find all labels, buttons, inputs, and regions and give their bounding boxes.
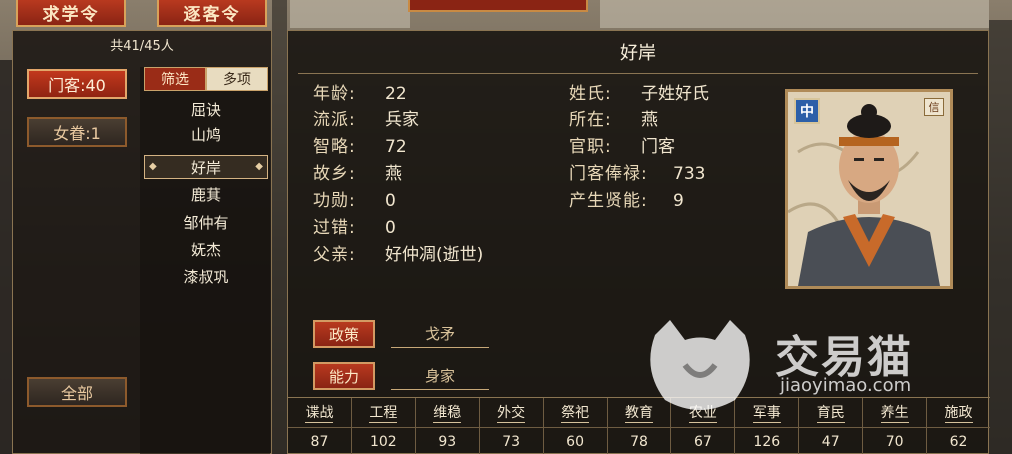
list-item-selected[interactable]: ◆ 好岸 ◆ bbox=[144, 155, 268, 179]
stat-value: 47 bbox=[821, 434, 840, 450]
watermark: 交易猫 jiaoyimao.com bbox=[640, 315, 960, 415]
retainer-count: 共41/45人 bbox=[110, 39, 174, 54]
recruit-order-button[interactable]: 求学令 bbox=[16, 0, 126, 27]
diamond-right-icon: ◆ bbox=[255, 161, 263, 172]
stat-value: 78 bbox=[630, 434, 648, 450]
rank-badge: 中 bbox=[794, 98, 820, 124]
list-item[interactable]: 妩杰 bbox=[144, 237, 268, 261]
retainer-name-title: 好岸 bbox=[620, 43, 656, 64]
cat-logo-icon bbox=[650, 320, 750, 410]
stat-value: 102 bbox=[369, 434, 397, 450]
stat-column: 维稳 93 bbox=[415, 398, 480, 454]
policy-value: 戈矛 bbox=[391, 320, 489, 348]
attr-faults: 过错: 0 bbox=[313, 218, 396, 238]
filter-tabs: 筛选 多项 bbox=[144, 67, 268, 91]
attr-merit: 功勋: 0 bbox=[313, 191, 396, 211]
ability-button[interactable]: 能力 bbox=[313, 362, 375, 390]
attr-school: 流派: 兵家 bbox=[313, 110, 419, 130]
retainers-tab-button[interactable]: 门客:40 bbox=[27, 69, 127, 99]
stat-column: 工程 102 bbox=[351, 398, 416, 454]
retainer-portrait[interactable]: 中 信 bbox=[785, 89, 953, 289]
list-item[interactable]: 漆叔巩 bbox=[144, 264, 268, 288]
list-item[interactable]: 鹿萁 bbox=[144, 182, 268, 206]
retainer-list-panel: 共41/45人 门客:40 女眷:1 全部 筛选 多项 屈诀 山鸠 ◆ 好岸 ◆… bbox=[12, 30, 272, 454]
stat-name: 外交 bbox=[497, 405, 526, 423]
attr-talents-produced: 产生贤能: 9 bbox=[569, 191, 684, 211]
watermark-url: jiaoyimao.com bbox=[780, 375, 912, 396]
list-item[interactable]: 屈诀 bbox=[144, 97, 268, 121]
attr-surname: 姓氏: 子姓好氏 bbox=[569, 84, 709, 104]
title-divider bbox=[298, 73, 978, 74]
letter-seal-icon[interactable]: 信 bbox=[924, 98, 944, 116]
stat-column: 谍战 87 bbox=[288, 398, 352, 454]
list-item-label: 好岸 bbox=[190, 158, 221, 177]
stat-value: 62 bbox=[949, 434, 968, 450]
attr-age: 年龄: 22 bbox=[313, 84, 407, 104]
ability-value: 身家 bbox=[391, 362, 489, 390]
policy-button[interactable]: 政策 bbox=[313, 320, 375, 348]
filter-tab[interactable]: 筛选 bbox=[144, 67, 206, 91]
multi-select-tab[interactable]: 多项 bbox=[206, 67, 268, 91]
stat-name: 谍战 bbox=[305, 405, 334, 423]
attr-location: 所在: 燕 bbox=[569, 110, 658, 130]
attr-office: 官职: 门客 bbox=[569, 137, 675, 157]
stat-name: 维稳 bbox=[433, 405, 462, 423]
list-item[interactable]: 山鸠 bbox=[144, 122, 268, 146]
attr-hometown: 故乡: 燕 bbox=[313, 164, 402, 184]
family-tab-button[interactable]: 女眷:1 bbox=[27, 117, 127, 147]
attr-intellect: 智略: 72 bbox=[313, 137, 407, 157]
stat-value: 126 bbox=[753, 434, 781, 450]
show-all-button[interactable]: 全部 bbox=[27, 377, 127, 407]
name-list: 筛选 多项 屈诀 山鸠 ◆ 好岸 ◆ 鹿萁 邹仲有 妩杰 漆叔巩 bbox=[140, 67, 270, 454]
stat-column: 祭祀 60 bbox=[543, 398, 608, 454]
stat-value: 73 bbox=[502, 434, 521, 450]
stat-value: 60 bbox=[566, 434, 584, 450]
stat-value: 87 bbox=[310, 434, 329, 450]
stat-name: 工程 bbox=[369, 405, 398, 423]
attr-father: 父亲: 好仲凋(逝世) bbox=[313, 245, 484, 265]
list-item[interactable]: 邹仲有 bbox=[144, 210, 268, 234]
expel-order-button[interactable]: 逐客令 bbox=[157, 0, 267, 27]
stat-column: 外交 73 bbox=[479, 398, 544, 454]
top-center-banner bbox=[408, 0, 588, 12]
diamond-left-icon: ◆ bbox=[149, 161, 157, 172]
attr-salary: 门客俸禄: 733 bbox=[569, 164, 706, 184]
stat-value: 67 bbox=[693, 434, 712, 450]
stat-value: 93 bbox=[438, 434, 457, 450]
stat-name: 祭祀 bbox=[561, 405, 590, 423]
stat-value: 70 bbox=[885, 434, 904, 450]
